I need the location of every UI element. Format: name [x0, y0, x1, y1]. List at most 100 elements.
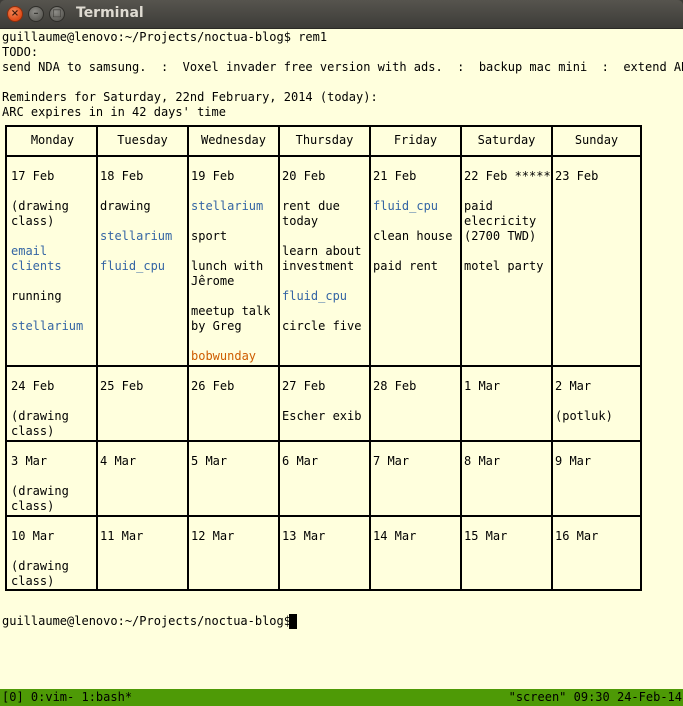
shell-prompt: guillaume@lenovo:~/Projects/noctua-blog$: [2, 614, 299, 628]
window-title: Terminal: [76, 5, 144, 21]
calendar-event: motel party: [464, 259, 544, 273]
minimize-icon[interactable]: –: [28, 6, 44, 22]
calendar-event: paid rent: [373, 259, 439, 273]
terminal-line: guillaume@lenovo:~/Projects/noctua-blog$…: [2, 30, 328, 44]
calendar-date: 18 Feb: [100, 169, 144, 183]
calendar-event: Escher exib: [282, 409, 362, 423]
calendar-day-header: Wednesday: [200, 133, 267, 147]
calendar-date: 10 Mar: [11, 529, 55, 543]
calendar-event: lunch with: [191, 259, 264, 273]
calendar-event: learn about: [282, 244, 362, 258]
calendar-event: (drawing: [11, 484, 69, 498]
calendar-date: 23 Feb: [555, 169, 599, 183]
calendar-date: 24 Feb: [11, 379, 55, 393]
calendar-column-divider: [551, 127, 553, 589]
calendar-day-header: Sunday: [574, 133, 619, 147]
calendar-column-divider: [96, 127, 98, 589]
screen-clock: "screen" 09:30 24-Feb-14: [508, 690, 682, 704]
calendar-date: 7 Mar: [373, 454, 410, 468]
calendar-grid: Monday Tuesday Wednesday Thursday Friday Satu…: [5, 125, 642, 591]
calendar-column-divider: [278, 127, 280, 589]
calendar-event: class): [11, 574, 55, 588]
calendar-date: 26 Feb: [191, 379, 235, 393]
calendar-date: 19 Feb: [191, 169, 235, 183]
calendar-date: 9 Mar: [555, 454, 592, 468]
calendar-event: class): [11, 499, 55, 513]
calendar-event: by Greg: [191, 319, 242, 333]
calendar-date: 16 Mar: [555, 529, 599, 543]
calendar-date: 25 Feb: [100, 379, 144, 393]
calendar-row-divider: [7, 365, 640, 367]
calendar-date: 20 Feb: [282, 169, 326, 183]
calendar-event: (2700 TWD): [464, 229, 537, 243]
calendar-date: 1 Mar: [464, 379, 501, 393]
calendar-event: bobwunday: [191, 349, 257, 363]
calendar-row-divider: [7, 155, 640, 157]
screen-status-bar: [0] 0:vim- 1:bash* "screen" 09:30 24-Feb…: [0, 689, 683, 706]
calendar-event: elecricity: [464, 214, 537, 228]
calendar-date: 14 Mar: [373, 529, 417, 543]
terminal-line: Reminders for Saturday, 22nd February, 2…: [2, 90, 378, 104]
calendar-date: 27 Feb: [282, 379, 326, 393]
calendar-event: stellarium: [100, 229, 173, 243]
calendar-event: investment: [282, 259, 355, 273]
calendar-day-header: Saturday: [477, 133, 536, 147]
calendar-event: rent due: [282, 199, 340, 213]
calendar-event: paid: [464, 199, 493, 213]
calendar-event: circle five: [282, 319, 362, 333]
calendar-event: fluid_cpu: [373, 199, 439, 213]
terminal-area[interactable]: guillaume@lenovo:~/Projects/noctua-blog$…: [0, 29, 683, 689]
calendar-column-divider: [369, 127, 371, 589]
calendar-date: 5 Mar: [191, 454, 228, 468]
calendar-event: stellarium: [11, 319, 84, 333]
calendar-event: sport: [191, 229, 228, 243]
calendar-row-divider: [7, 515, 640, 517]
calendar-event: email: [11, 244, 48, 258]
calendar-event: clean house: [373, 229, 453, 243]
maximize-icon[interactable]: □: [49, 6, 65, 22]
screen-window-list[interactable]: [0] 0:vim- 1:bash*: [2, 689, 132, 706]
calendar-date: 13 Mar: [282, 529, 326, 543]
calendar-date: 6 Mar: [282, 454, 319, 468]
calendar-date: 11 Mar: [100, 529, 144, 543]
calendar-event: running: [11, 289, 62, 303]
calendar-event: today: [282, 214, 319, 228]
calendar-date: 12 Mar: [191, 529, 235, 543]
terminal-line: send NDA to samsung. : Voxel invader fre…: [2, 60, 683, 74]
calendar-event: class): [11, 214, 55, 228]
calendar-event: (drawing: [11, 409, 69, 423]
terminal-line: ARC expires in in 42 days' time: [2, 105, 226, 119]
calendar-day-header: Friday: [393, 133, 438, 147]
calendar-event: stellarium: [191, 199, 264, 213]
calendar-date: 4 Mar: [100, 454, 137, 468]
calendar-event: clients: [11, 259, 62, 273]
calendar-column-divider: [460, 127, 462, 589]
calendar-date: 21 Feb: [373, 169, 417, 183]
calendar-event: Jêrome: [191, 274, 235, 288]
close-icon[interactable]: ×: [7, 6, 23, 22]
calendar-event: class): [11, 424, 55, 438]
calendar-event: fluid_cpu: [100, 259, 166, 273]
calendar-date: 28 Feb: [373, 379, 417, 393]
calendar-event: fluid_cpu: [282, 289, 348, 303]
calendar-event: (drawing: [11, 559, 69, 573]
title-bar[interactable]: × – □ Terminal: [0, 0, 683, 29]
calendar-column-divider: [187, 127, 189, 589]
terminal-line: TODO:: [2, 45, 39, 59]
calendar-day-header: Monday: [30, 133, 75, 147]
calendar-date: 2 Mar: [555, 379, 592, 393]
calendar-day-header: Thursday: [295, 133, 354, 147]
calendar-event: (drawing: [11, 199, 69, 213]
calendar-date: 3 Mar: [11, 454, 48, 468]
calendar-event: meetup talk: [191, 304, 271, 318]
calendar-row-divider: [7, 440, 640, 442]
calendar-date: 17 Feb: [11, 169, 55, 183]
calendar-event: (potluk): [555, 409, 613, 423]
calendar-day-header: Tuesday: [117, 133, 168, 147]
calendar-date: 22 Feb *****: [464, 169, 551, 183]
terminal-cursor: [289, 614, 297, 629]
calendar-date: 8 Mar: [464, 454, 501, 468]
calendar-event: drawing: [100, 199, 151, 213]
terminal-window: × – □ Terminal guillaume@lenovo:~/Projec…: [0, 0, 683, 706]
calendar-date: 15 Mar: [464, 529, 508, 543]
